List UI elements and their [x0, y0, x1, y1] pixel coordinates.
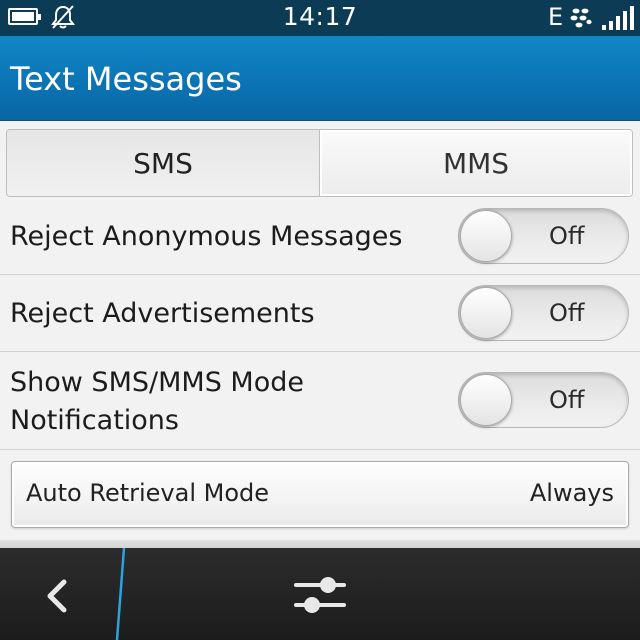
setting-label: Reject Anonymous Messages	[10, 221, 403, 252]
reject-anonymous-toggle[interactable]: Off	[458, 208, 629, 264]
message-type-segmented-control: SMS MMS	[6, 129, 633, 197]
auto-retrieval-dropdown[interactable]: Auto Retrieval Mode Always	[11, 461, 629, 528]
action-bar	[0, 548, 640, 640]
title-bar: Text Messages	[0, 36, 640, 121]
setting-row-reject-ads: Reject Advertisements Off	[0, 275, 640, 352]
status-time: 14:17	[282, 2, 358, 31]
setting-label: Reject Advertisements	[10, 298, 315, 329]
tab-sms[interactable]: SMS	[7, 130, 319, 196]
setting-row-reject-anonymous: Reject Anonymous Messages Off	[0, 198, 640, 275]
status-bar: 14:17 E	[0, 0, 640, 36]
content-bottom-shadow	[0, 540, 640, 548]
setting-label-line2: Notifications	[10, 405, 179, 436]
mode-notifications-toggle[interactable]: Off	[458, 372, 629, 428]
dropdown-label: Auto Retrieval Mode	[26, 479, 270, 507]
settings-button[interactable]	[270, 558, 370, 630]
page-title: Text Messages	[10, 60, 242, 98]
toggle-knob	[460, 374, 512, 426]
toggle-knob	[460, 287, 512, 339]
back-divider-accent	[115, 548, 126, 640]
toggle-state: Off	[549, 222, 585, 250]
settings-sliders-icon	[294, 577, 346, 613]
dropdown-value: Always	[529, 479, 614, 507]
tab-mms[interactable]: MMS	[319, 130, 632, 196]
back-chevron-icon	[47, 579, 67, 613]
setting-label-line1: Show SMS/MMS Mode	[10, 367, 304, 398]
signal-icon	[602, 6, 634, 30]
reject-ads-toggle[interactable]: Off	[458, 285, 629, 341]
toggle-state: Off	[549, 299, 585, 327]
toggle-state: Off	[549, 386, 585, 414]
toggle-knob	[460, 210, 512, 262]
blackberry-icon	[570, 8, 592, 28]
setting-row-mode-notifications: Show SMS/MMS Mode Notifications Off	[0, 352, 640, 450]
network-type: E	[548, 3, 564, 31]
